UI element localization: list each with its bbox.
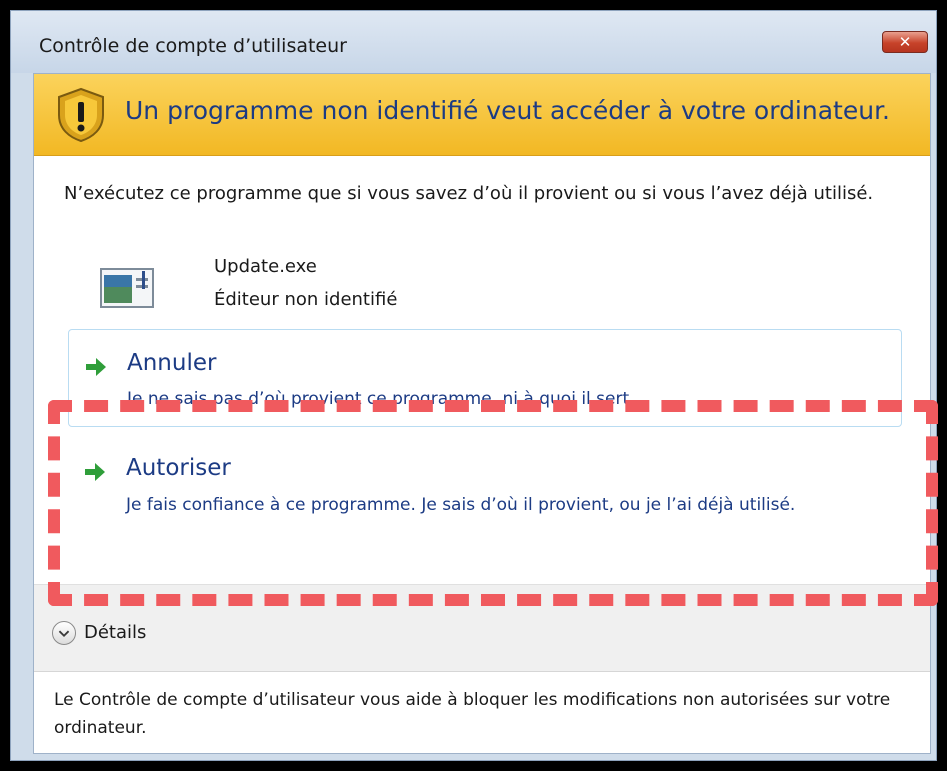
close-button[interactable]: ✕ (882, 31, 928, 53)
shield-warning-icon (58, 87, 104, 143)
intro-text: N’exécutez ce programme que si vous save… (64, 183, 874, 204)
green-arrow-icon (86, 358, 106, 376)
details-toggle-label[interactable]: Détails (84, 622, 146, 643)
allow-option-title: Autoriser (126, 455, 231, 481)
uac-dialog-window: Contrôle de compte d’utilisateur ✕ Un pr… (10, 10, 937, 761)
dialog-content: Un programme non identifié veut accéder … (33, 73, 931, 754)
green-arrow-icon (85, 463, 105, 481)
chevron-down-icon[interactable] (52, 621, 76, 645)
details-area: Détails (34, 584, 930, 672)
cancel-option-title: Annuler (127, 350, 217, 376)
footer-text: Le Contrôle de compte d’utilisateur vous… (54, 690, 891, 738)
program-publisher: Éditeur non identifié (214, 289, 398, 310)
program-window-icon (100, 268, 154, 308)
title-bar: Contrôle de compte d’utilisateur ✕ (11, 11, 936, 73)
program-name: Update.exe (214, 256, 317, 277)
allow-option-button[interactable]: Autoriser Je fais confiance à ce program… (68, 432, 902, 552)
window-title: Contrôle de compte d’utilisateur (39, 35, 347, 57)
banner-message: Un programme non identifié veut accéder … (125, 96, 891, 125)
warning-banner: Un programme non identifié veut accéder … (34, 74, 930, 156)
cancel-option-description: Je ne sais pas d’où provient ce programm… (127, 389, 635, 409)
allow-option-description: Je fais confiance à ce programme. Je sai… (126, 495, 796, 515)
cancel-option-button[interactable]: Annuler Je ne sais pas d’où provient ce … (68, 329, 902, 427)
